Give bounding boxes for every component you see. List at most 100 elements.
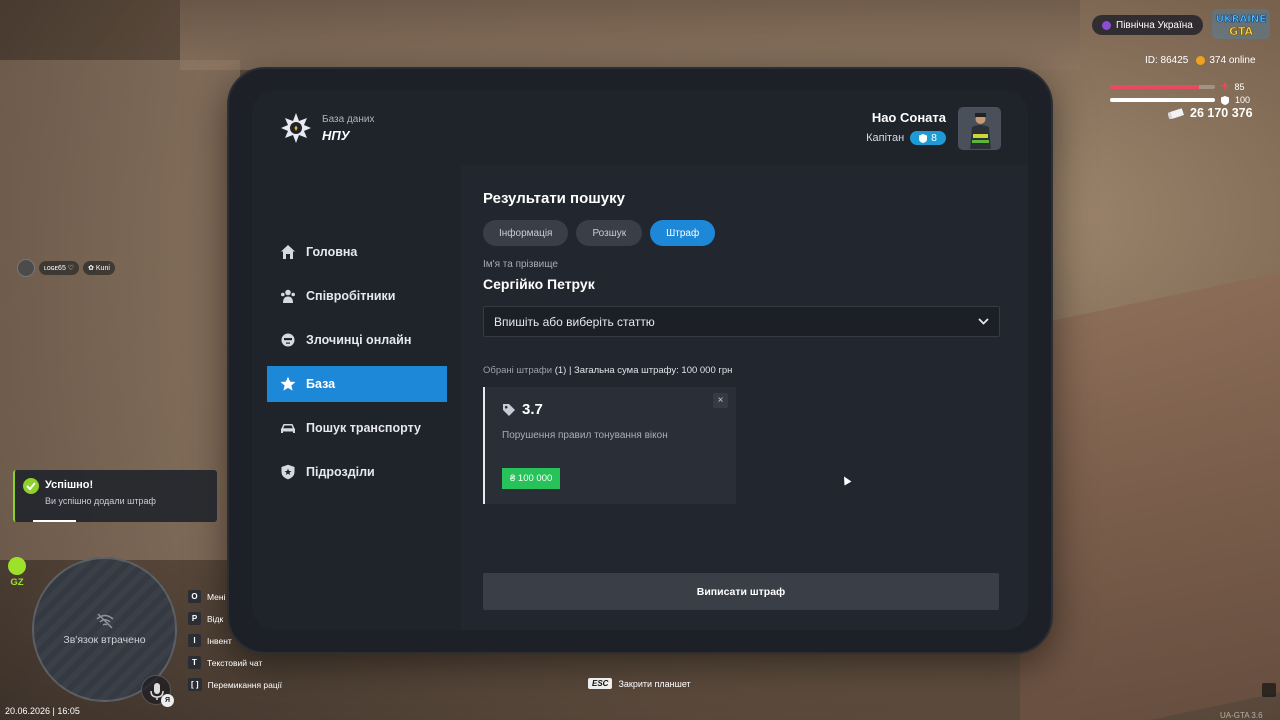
player-id: ID: 86425 bbox=[1145, 55, 1189, 66]
armor-icon bbox=[1221, 95, 1229, 105]
fine-price: ₴ 100 000 bbox=[502, 468, 561, 489]
health-bar bbox=[1110, 84, 1215, 89]
gz-label: GZ bbox=[10, 577, 24, 588]
online-count-wrap: 374 online bbox=[1196, 55, 1256, 66]
health-value: 85 bbox=[1234, 81, 1245, 92]
toast-progress bbox=[33, 520, 76, 522]
online-icon bbox=[1196, 56, 1206, 65]
armor-bar-fill bbox=[1110, 98, 1215, 102]
fine-article-code: 3.7 bbox=[522, 401, 543, 418]
online-count: 374 online bbox=[1209, 55, 1256, 66]
server-badge: Північна Україна bbox=[1092, 15, 1203, 35]
tablet-screen: База даних НПУ Головна Співробітники Зло… bbox=[252, 90, 1028, 630]
brand: База даних НПУ bbox=[280, 112, 374, 144]
name-field-label: Ім'я та прізвище bbox=[483, 259, 558, 270]
car-icon bbox=[281, 424, 295, 433]
keybind-label: Відк bbox=[207, 613, 224, 624]
keybind-label: Мені bbox=[207, 591, 226, 602]
badge-icon bbox=[919, 133, 928, 143]
tabs: Інформація Розшук Штраф bbox=[483, 220, 716, 246]
svg-text:GTA: GTA bbox=[1229, 25, 1253, 38]
no-signal-icon bbox=[96, 613, 113, 629]
sidebar-item-base[interactable]: База bbox=[267, 366, 447, 402]
server-name: Північна Україна bbox=[1116, 19, 1193, 31]
close-tablet-hint: ESC Закрити планшет bbox=[588, 678, 691, 689]
fine-description: Порушення правил тонування вікон bbox=[502, 430, 668, 441]
sidebar-item-home[interactable]: Головна bbox=[267, 234, 447, 270]
topbar: Нао Соната Капітан 8 bbox=[461, 90, 1028, 165]
fine-card: × 3.7 Порушення правил тонування вікон ₴… bbox=[483, 387, 736, 504]
rank-level: 8 bbox=[931, 132, 937, 144]
gz-shield-icon bbox=[8, 557, 26, 575]
sidebar-item-vehicle-search[interactable]: Пошук транспорту bbox=[267, 410, 447, 446]
keybind-label: Інвент bbox=[207, 635, 232, 646]
keybind-row: [ ] Перемикання рації bbox=[188, 677, 282, 692]
sidebar-item-employees[interactable]: Співробітники bbox=[267, 278, 447, 314]
users-icon bbox=[281, 289, 295, 303]
star-icon bbox=[280, 376, 296, 391]
player-tag-avatar bbox=[17, 259, 35, 277]
tab-wanted[interactable]: Розшук bbox=[576, 220, 643, 246]
sidebar-item-label: База bbox=[306, 377, 336, 391]
chevron-down-icon bbox=[978, 318, 989, 325]
sidebar-item-criminals[interactable]: Злочинці онлайн bbox=[267, 322, 447, 358]
money-value: 26 170 376 bbox=[1190, 106, 1253, 120]
datetime: 20.06.2026 | 16:05 bbox=[5, 706, 80, 716]
fine-article: 3.7 bbox=[502, 401, 543, 418]
user-name: Нао Соната bbox=[871, 110, 946, 125]
sidebar-item-label: Злочинці онлайн bbox=[306, 333, 412, 347]
armor-row: 100 bbox=[1110, 95, 1250, 105]
sidebar-item-units[interactable]: Підрозділи bbox=[267, 454, 447, 490]
shield-icon bbox=[281, 464, 295, 480]
mic-status-icon bbox=[1262, 683, 1276, 697]
health-row: ✚ 85 bbox=[1110, 81, 1245, 92]
user-rank: Капітан 8 bbox=[866, 131, 946, 145]
check-icon bbox=[23, 478, 39, 494]
user-rank-label: Капітан bbox=[866, 132, 905, 144]
article-select[interactable]: Впишіть або виберіть статтю bbox=[483, 306, 1000, 337]
brand-name: НПУ bbox=[322, 127, 350, 143]
player-tag-name: ʟᴏɢᴇ65 ♡ bbox=[39, 261, 80, 275]
close-icon[interactable]: × bbox=[713, 393, 728, 408]
police-emblem-icon bbox=[281, 113, 311, 143]
keybind-row: I Інвент bbox=[188, 633, 282, 648]
sidebar-nav: Головна Співробітники Злочинці онлайн Ба… bbox=[267, 234, 447, 498]
keybind-row: O Мені bbox=[188, 589, 282, 604]
sidebar-item-label: Підрозділи bbox=[306, 465, 375, 479]
keybind-list: O Мені P Відк I Інвент T Текстовий чат [ ] Пе… bbox=[188, 589, 282, 699]
background-wall-right bbox=[1020, 272, 1280, 720]
home-icon bbox=[281, 245, 295, 259]
esc-key: ESC bbox=[588, 678, 613, 689]
person-name: Сергійко Петрук bbox=[483, 276, 595, 292]
game-logo: UKRAINE GTA bbox=[1212, 9, 1270, 39]
keybind-key: O bbox=[188, 590, 201, 603]
keybind-label: Текстовий чат bbox=[207, 657, 263, 668]
tab-information[interactable]: Інформація bbox=[483, 220, 569, 246]
keybind-key: [ ] bbox=[188, 678, 202, 691]
toast-title: Успішно! bbox=[45, 479, 94, 491]
toast-text: Ви успішно додали штраф bbox=[45, 496, 156, 506]
game-version: UA-GTA 3.6 bbox=[1220, 711, 1263, 720]
svg-text:UKRAINE: UKRAINE bbox=[1216, 14, 1266, 25]
page-title: Результати пошуку bbox=[483, 190, 625, 207]
minimap-status: Зв'язок втрачено bbox=[63, 634, 146, 646]
cash-icon bbox=[1168, 107, 1184, 119]
fines-summary: Обрані штрафи (1) | Загальна сума штрафу… bbox=[483, 365, 732, 376]
tag-icon bbox=[503, 403, 515, 416]
keybind-row: T Текстовий чат bbox=[188, 655, 282, 670]
fines-summary-prefix: Обрані штрафи bbox=[483, 365, 553, 376]
player-tag-org-label: Kuni bbox=[95, 265, 110, 272]
fines-summary-total: (1) | Загальна сума штрафу: 100 000 грн bbox=[554, 365, 733, 376]
mic-key: Я bbox=[161, 694, 174, 707]
armor-value: 100 bbox=[1235, 95, 1251, 105]
player-info: ID: 86425 374 online bbox=[1145, 55, 1256, 66]
tab-fine[interactable]: Штраф bbox=[650, 220, 716, 246]
keybind-key: T bbox=[188, 656, 201, 669]
keybind-key: P bbox=[188, 612, 201, 625]
health-icon: ✚ bbox=[1221, 81, 1229, 91]
article-select-placeholder: Впишіть або виберіть статтю bbox=[494, 314, 655, 329]
main-content: Результати пошуку Інформація Розшук Штра… bbox=[461, 165, 1028, 630]
keybind-label: Перемикання рації bbox=[207, 679, 283, 690]
issue-fine-button[interactable]: Виписати штраф bbox=[483, 573, 999, 610]
player-tag: ʟᴏɢᴇ65 ♡ ✿ Kuni bbox=[17, 259, 115, 277]
